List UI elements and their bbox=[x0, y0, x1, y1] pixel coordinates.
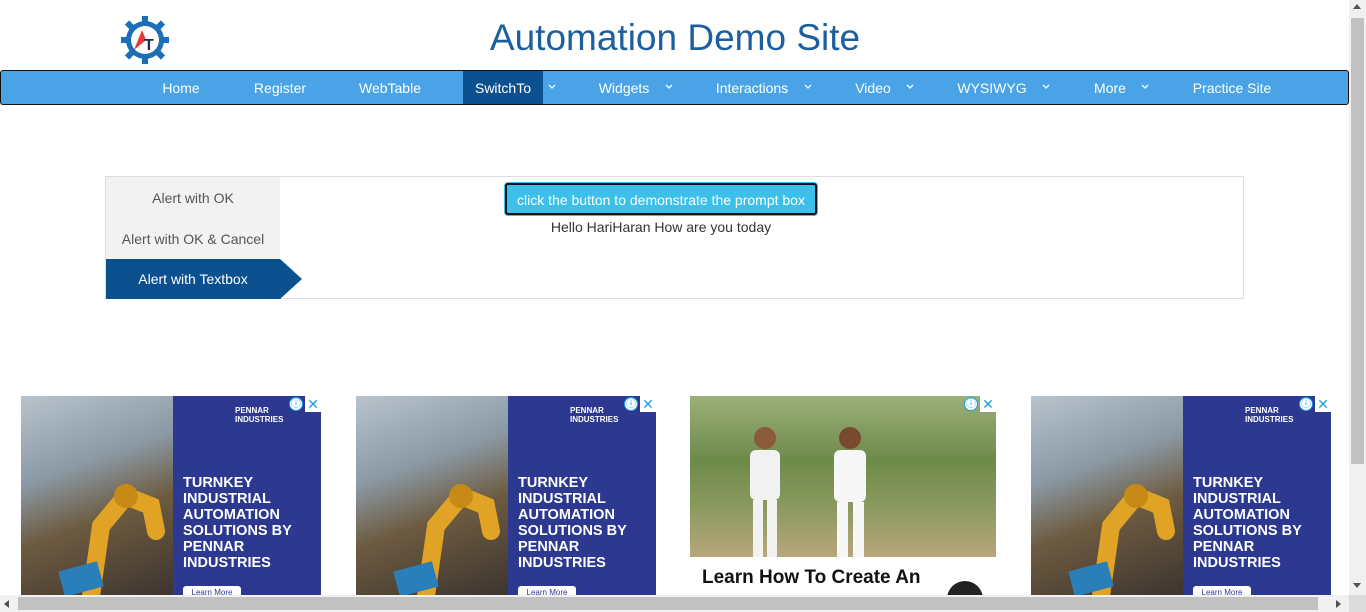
nav-interactions[interactable]: Interactions bbox=[705, 71, 799, 104]
tab-alert-with-ok[interactable]: Alert with OK bbox=[106, 178, 280, 218]
vertical-scroll-thumb[interactable] bbox=[1351, 18, 1364, 464]
nav-switchto[interactable]: SwitchTo bbox=[463, 71, 543, 104]
ad-robot-photo bbox=[356, 396, 508, 595]
video-chevron-down-icon[interactable] bbox=[902, 71, 918, 104]
ad-learn-more-button[interactable]: Learn More bbox=[518, 586, 576, 595]
adchoices-info-icon[interactable]: ⓘ bbox=[964, 397, 978, 411]
prompt-box-button[interactable]: click the button to demonstrate the prom… bbox=[505, 183, 817, 215]
horizontal-scroll-thumb[interactable] bbox=[18, 597, 1318, 610]
ad-learn-more-button[interactable]: Learn More bbox=[1193, 586, 1251, 595]
ad-close-icon[interactable]: ✕ bbox=[305, 396, 321, 412]
nav-webtable[interactable]: WebTable bbox=[346, 71, 434, 104]
adchoices-info-icon[interactable]: ⓘ bbox=[289, 397, 303, 411]
ad-close-icon[interactable]: ✕ bbox=[980, 396, 996, 412]
pennar-logo: PENNAR INDUSTRIES bbox=[570, 406, 619, 424]
scroll-down-arrow-icon[interactable] bbox=[1353, 583, 1361, 588]
ad-headline: Learn How To Create An bbox=[702, 567, 921, 588]
ad-blue-panel: PENNAR INDUSTRIES TURNKEY INDUSTRIAL AUTO… bbox=[173, 396, 321, 595]
ad-headline: TURNKEY INDUSTRIAL AUTOMATION SOLUTIONS … bbox=[518, 475, 627, 571]
nav-wysiwyg[interactable]: WYSIWYG bbox=[946, 71, 1038, 104]
pennar-logo: PENNAR INDUSTRIES bbox=[1245, 406, 1294, 424]
wysiwyg-chevron-down-icon[interactable] bbox=[1038, 71, 1054, 104]
prompt-result-text: Hello HariHaran How are you today bbox=[550, 219, 772, 235]
ad-banner-3[interactable]: Learn How To Create An ⓘ ✕ bbox=[690, 396, 997, 595]
ad-arrow-icon[interactable] bbox=[947, 581, 983, 595]
ad-banner-4[interactable]: PENNAR INDUSTRIES TURNKEY INDUSTRIAL AUTO… bbox=[1031, 396, 1331, 595]
ad-blue-panel: PENNAR INDUSTRIES TURNKEY INDUSTRIAL AUTO… bbox=[508, 396, 656, 595]
switchto-chevron-down-icon[interactable] bbox=[544, 71, 560, 104]
scroll-right-arrow-icon[interactable] bbox=[1336, 600, 1341, 608]
ad-banner-1[interactable]: PENNAR INDUSTRIES TURNKEY INDUSTRIAL AUTO… bbox=[21, 396, 321, 595]
nav-register[interactable]: Register bbox=[241, 71, 319, 104]
scrollbar-corner bbox=[1349, 595, 1366, 612]
ad-banner-2[interactable]: PENNAR INDUSTRIES TURNKEY INDUSTRIAL AUTO… bbox=[356, 396, 656, 595]
ad-blue-panel: PENNAR INDUSTRIES TURNKEY INDUSTRIAL AUTO… bbox=[1183, 396, 1331, 595]
ad-robot-photo bbox=[21, 396, 173, 595]
ad-close-icon[interactable]: ✕ bbox=[1315, 396, 1331, 412]
nav-practice-site[interactable]: Practice Site bbox=[1181, 71, 1283, 104]
ad-walking-men-photo bbox=[690, 396, 996, 557]
ad-headline: TURNKEY INDUSTRIAL AUTOMATION SOLUTIONS … bbox=[183, 475, 292, 571]
widgets-chevron-down-icon[interactable] bbox=[661, 71, 677, 104]
ad-robot-photo bbox=[1031, 396, 1183, 595]
nav-video[interactable]: Video bbox=[844, 71, 902, 104]
alert-tabs: Alert with OK Alert with OK & Cancel Ale… bbox=[106, 177, 280, 299]
more-chevron-down-icon[interactable] bbox=[1137, 71, 1153, 104]
tab-alert-with-ok-cancel[interactable]: Alert with OK & Cancel bbox=[106, 219, 280, 259]
ad-learn-more-button[interactable]: Learn More bbox=[183, 586, 241, 595]
adchoices-info-icon[interactable]: ⓘ bbox=[1299, 397, 1313, 411]
site-title: Automation Demo Site bbox=[489, 17, 861, 58]
horizontal-scrollbar[interactable] bbox=[0, 595, 1349, 612]
scroll-up-arrow-icon[interactable] bbox=[1353, 4, 1361, 9]
nav-more[interactable]: More bbox=[1082, 71, 1138, 104]
vertical-scrollbar[interactable] bbox=[1349, 0, 1366, 612]
alerts-panel: Alert with OK Alert with OK & Cancel Ale… bbox=[105, 176, 1244, 299]
ad-close-icon[interactable]: ✕ bbox=[640, 396, 656, 412]
ad-headline: TURNKEY INDUSTRIAL AUTOMATION SOLUTIONS … bbox=[1193, 475, 1302, 571]
interactions-chevron-down-icon[interactable] bbox=[800, 71, 816, 104]
tab-alert-with-textbox[interactable]: Alert with Textbox bbox=[106, 259, 280, 299]
pennar-logo: PENNAR INDUSTRIES bbox=[235, 406, 284, 424]
nav-widgets[interactable]: Widgets bbox=[587, 71, 661, 104]
active-tab-arrow bbox=[280, 259, 302, 299]
scroll-left-arrow-icon[interactable] bbox=[4, 600, 9, 608]
adchoices-info-icon[interactable]: ⓘ bbox=[624, 397, 638, 411]
main-navbar: Home Register WebTable SwitchTo Widgets … bbox=[0, 70, 1349, 105]
nav-home[interactable]: Home bbox=[147, 71, 215, 104]
